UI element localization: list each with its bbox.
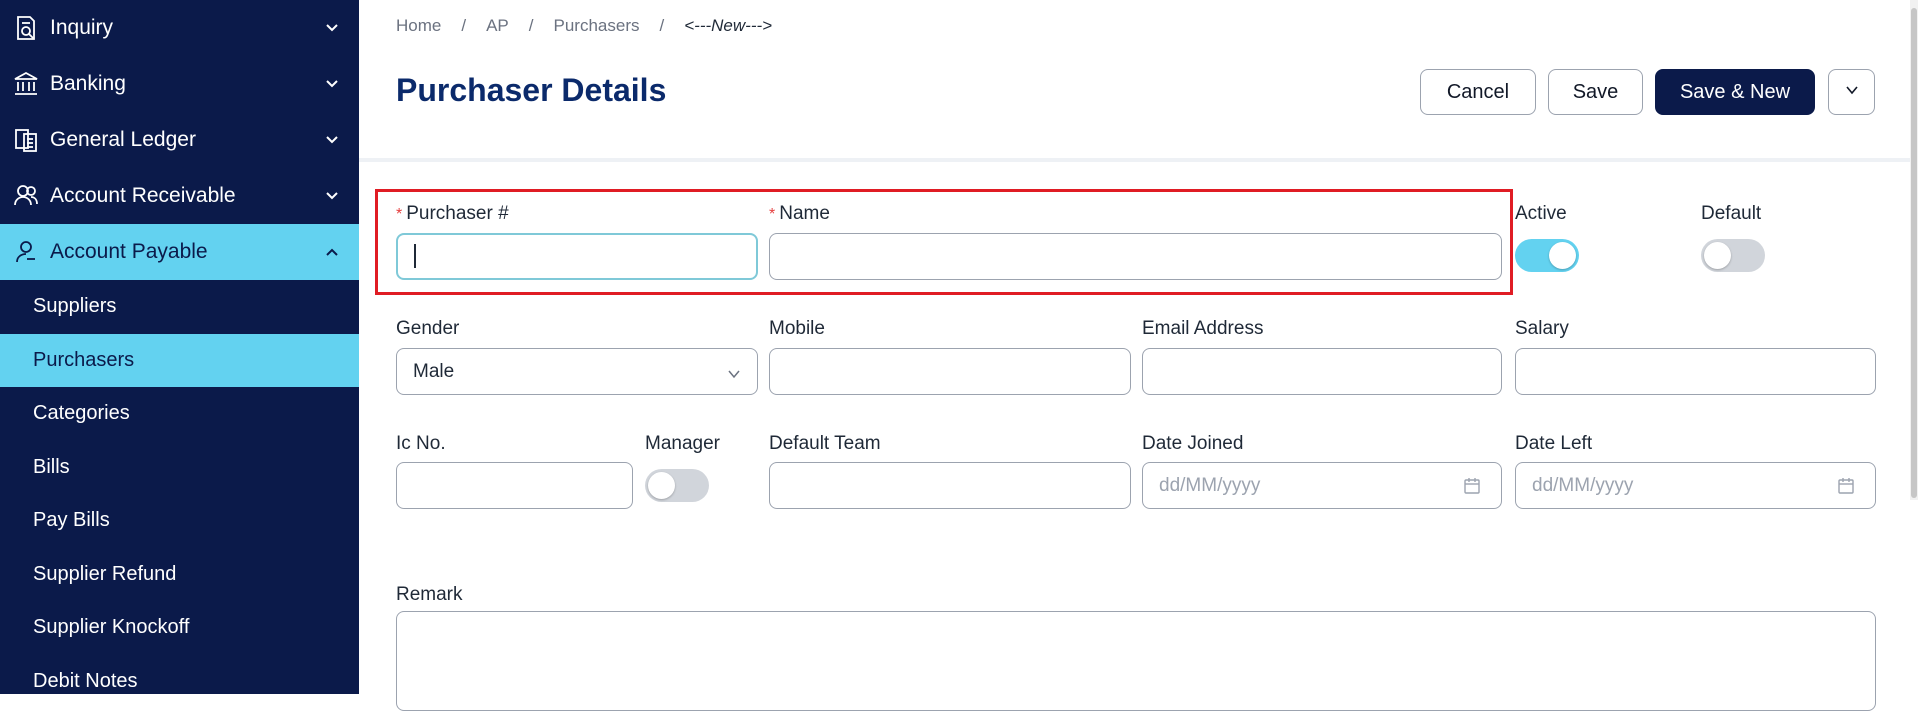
breadcrumb-current: <---New---> [684,16,773,35]
default-team-label: Default Team [769,433,881,454]
sidebar-item-bills[interactable]: Bills [0,441,359,495]
sidebar-group-label: Banking [50,72,126,95]
sidebar-item-label: Pay Bills [33,509,110,532]
chevron-down-icon [323,75,341,93]
sidebar-item-debit-notes[interactable]: Debit Notes [0,655,359,695]
sidebar-item-label: Debit Notes [33,669,138,692]
save-new-button[interactable]: Save & New [1655,69,1815,115]
toggle-knob [648,472,675,499]
sidebar-item-label: Bills [33,455,70,478]
sidebar-item-label: Suppliers [33,295,117,318]
gender-select[interactable]: Male [396,348,758,395]
purchaser-no-label-text: Purchaser # [406,203,509,224]
toggle-knob [1549,242,1576,269]
breadcrumb-ap[interactable]: AP [486,16,509,36]
sidebar-item-label: Supplier Refund [33,562,177,585]
cancel-button[interactable]: Cancel [1420,69,1536,115]
scrollbar[interactable] [1910,0,1918,500]
date-joined-placeholder: dd/MM/yyyy [1159,474,1261,496]
sidebar-group-inquiry[interactable]: Inquiry [0,0,359,56]
user-icon [12,238,40,266]
remark-textarea[interactable] [396,611,1876,711]
toggle-knob [1704,242,1731,269]
date-joined-input[interactable]: dd/MM/yyyy [1142,462,1502,509]
date-left-placeholder: dd/MM/yyyy [1532,474,1634,496]
breadcrumb-separator: / [528,16,534,35]
sidebar-group-label: Account Receivable [50,184,236,207]
chevron-down-icon [323,131,341,149]
sidebar-item-categories[interactable]: Categories [0,387,359,441]
breadcrumb-separator: / [659,16,665,35]
more-options-button[interactable] [1828,69,1875,115]
sidebar-group-account-payable[interactable]: Account Payable [0,224,359,280]
email-label: Email Address [1142,318,1264,339]
required-mark: * [396,206,403,223]
sidebar-group-account-receivable[interactable]: Account Receivable [0,168,359,224]
sidebar-group-banking[interactable]: Banking [0,56,359,112]
inquiry-icon [12,14,40,42]
sidebar-group-label: General Ledger [50,128,196,151]
default-label: Default [1701,203,1762,224]
gender-value: Male [413,360,455,382]
chevron-up-icon [323,243,341,261]
sidebar-item-pay-bills[interactable]: Pay Bills [0,494,359,548]
sidebar-item-supplier-refund[interactable]: Supplier Refund [0,548,359,602]
default-toggle[interactable] [1701,239,1765,272]
sidebar-group-label: Account Payable [50,240,208,263]
breadcrumb-separator: / [461,16,467,35]
sidebar-item-label: Supplier Knockoff [33,616,190,639]
required-mark: * [769,206,776,223]
sidebar-item-purchasers[interactable]: Purchasers [0,333,359,387]
email-input[interactable] [1142,348,1502,395]
ic-no-input[interactable] [396,462,633,509]
salary-label: Salary [1515,318,1569,339]
sidebar: Inquiry Banking General Ledger Account R… [0,0,359,694]
calendar-icon[interactable] [1463,477,1481,495]
sidebar-item-label: Purchasers [33,348,135,371]
sidebar-group-general-ledger[interactable]: General Ledger [0,112,359,168]
date-left-input[interactable]: dd/MM/yyyy [1515,462,1876,509]
save-button[interactable]: Save [1548,69,1643,115]
ic-no-label: Ic No. [396,433,446,454]
breadcrumb-purchasers[interactable]: Purchasers [554,16,640,36]
sidebar-group-label: Inquiry [50,16,114,39]
purchaser-no-input[interactable] [396,233,758,280]
chevron-down-icon [727,365,741,379]
chevron-down-icon [323,187,341,205]
active-toggle[interactable] [1515,239,1579,272]
name-label-text: Name [779,203,830,224]
breadcrumb-home[interactable]: Home [396,16,441,36]
date-joined-label: Date Joined [1142,433,1244,454]
manager-toggle[interactable] [645,469,709,502]
date-left-label: Date Left [1515,433,1593,454]
sidebar-item-supplier-knockoff[interactable]: Supplier Knockoff [0,601,359,655]
users-icon [12,182,40,210]
ledger-icon [12,126,40,154]
manager-label: Manager [645,433,720,454]
scrollbar-thumb[interactable] [1911,8,1917,498]
remark-label: Remark [396,584,463,605]
salary-input[interactable] [1515,348,1876,395]
chevron-down-icon [323,19,341,37]
header-divider [359,158,1910,162]
main-content: Home / AP / Purchasers / <---New---> Pur… [359,0,1918,711]
mobile-label: Mobile [769,318,825,339]
sidebar-item-label: Categories [33,402,130,425]
name-label: * Name [769,203,830,225]
breadcrumb: Home / AP / Purchasers / <---New---> [396,16,772,36]
purchaser-no-label: * Purchaser # [396,203,509,225]
gender-label: Gender [396,318,460,339]
bank-icon [12,70,40,98]
mobile-input[interactable] [769,348,1131,395]
default-team-input[interactable] [769,462,1131,509]
name-input[interactable] [769,233,1502,280]
text-cursor [414,244,416,268]
active-label: Active [1515,203,1567,224]
calendar-icon[interactable] [1837,477,1855,495]
page-title: Purchaser Details [396,72,667,108]
sidebar-item-suppliers[interactable]: Suppliers [0,280,359,334]
chevron-down-icon [1844,81,1860,104]
